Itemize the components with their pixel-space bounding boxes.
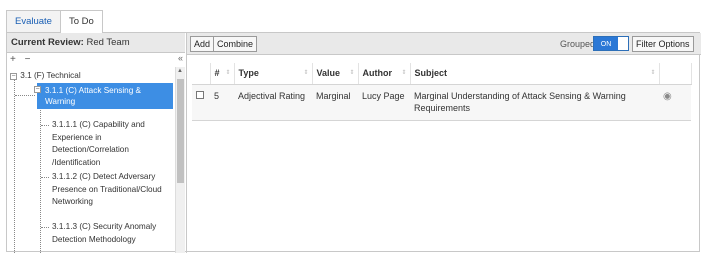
column-header-value[interactable]: Value ⇕ [312,63,359,85]
grouped-label: Grouped [560,39,596,49]
cell-subject: Marginal Understanding of Attack Sensing… [410,84,659,121]
main-panel: Current Review: Red Team + − « − 3.1 (F)… [6,32,701,253]
add-button[interactable]: Add [190,36,215,52]
tree-node-technical[interactable]: − 3.1 (F) Technical [10,70,81,81]
scrollbar-thumb[interactable] [177,79,184,183]
tree-add-button[interactable]: + [10,54,16,65]
grouped-toggle[interactable]: ON [593,36,629,51]
cell-number: 5 [210,84,234,121]
tree-guide-line [41,177,49,178]
cell-value: Marginal [312,84,358,121]
collapse-node-icon[interactable]: − [10,73,17,80]
combine-button[interactable]: Combine [213,36,258,52]
current-review-name: Red Team [86,37,130,48]
tree-guide-line [41,227,49,228]
cell-type: Adjectival Rating [234,84,312,121]
row-checkbox[interactable] [196,90,204,99]
column-header-subject[interactable]: Subject ⇕ [410,63,660,85]
sort-icon: ⇕ [303,70,309,76]
sort-icon: ⇕ [349,70,355,76]
evaluation-window: Evaluate To Do Current Review: Red Team … [6,10,701,253]
scroll-up-icon[interactable]: ▲ [177,68,183,74]
filter-options-button[interactable]: Filter Options [632,36,694,52]
cell-author: Lucy Page [358,84,410,121]
tree-node-label: 3.1 (F) Technical [20,71,81,80]
tree-leaf-capability[interactable]: 3.1.1.1 (C) Capability and Experience in… [52,119,174,169]
tree-guide-line [14,79,15,253]
select-column-header [192,63,211,85]
tree-leaf-anomaly-detection[interactable]: 3.1.1.3 (C) Security Anomaly Detection M… [52,221,174,246]
findings-toolbar: Add Combine Grouped ON Filter Options [187,33,701,55]
current-review-header: Current Review: Red Team [7,33,185,53]
tree-guide-line [41,125,49,126]
sort-icon: ⇕ [225,70,231,76]
collapse-pane-icon[interactable]: « [178,53,183,63]
sort-icon: ⇕ [650,70,656,76]
column-header-type[interactable]: Type ⇕ [234,63,313,85]
requirements-tree: − 3.1 (F) Technical − 3.1.1 (C) Attack S… [7,67,175,253]
tree-scrollbar[interactable]: ▲ [175,67,185,253]
sort-icon: ⇕ [401,70,407,76]
collapse-node-icon[interactable]: − [34,86,41,93]
tree-guide-line [15,95,35,96]
table-header-row: # ⇕ Type ⇕ Value ⇕ Author ⇕ Subject ⇕ [192,63,692,85]
tree-leaf-detect-adversary[interactable]: 3.1.1.2 (C) Detect Adversary Presence on… [52,171,174,209]
table-row[interactable]: 5 Adjectival Rating Marginal Lucy Page M… [192,84,691,121]
tab-to-do[interactable]: To Do [59,10,103,33]
current-review-label: Current Review: [11,37,84,48]
tree-node-label: 3.1.1 (C) Attack Sensing & Warning [45,86,142,106]
column-header-number[interactable]: # ⇕ [210,63,235,85]
eye-icon[interactable]: ◉ [663,91,672,102]
row-actions-cell: ◉ [659,84,691,121]
tree-node-attack-sensing[interactable]: − 3.1.1 (C) Attack Sensing & Warning [34,83,173,109]
tree-remove-button[interactable]: − [25,54,31,65]
row-select-cell [192,84,210,121]
tree-guide-line [40,107,41,253]
tree-toolbar: + − [7,53,185,67]
tab-bar: Evaluate To Do [6,10,103,33]
actions-column-header [659,63,692,85]
toggle-state: ON [594,37,618,50]
findings-table: # ⇕ Type ⇕ Value ⇕ Author ⇕ Subject ⇕ 5 Adjec… [192,63,692,121]
tab-evaluate[interactable]: Evaluate [6,10,61,32]
findings-pane: Add Combine Grouped ON Filter Options # ⇕ [186,33,701,253]
column-header-author[interactable]: Author ⇕ [358,63,411,85]
